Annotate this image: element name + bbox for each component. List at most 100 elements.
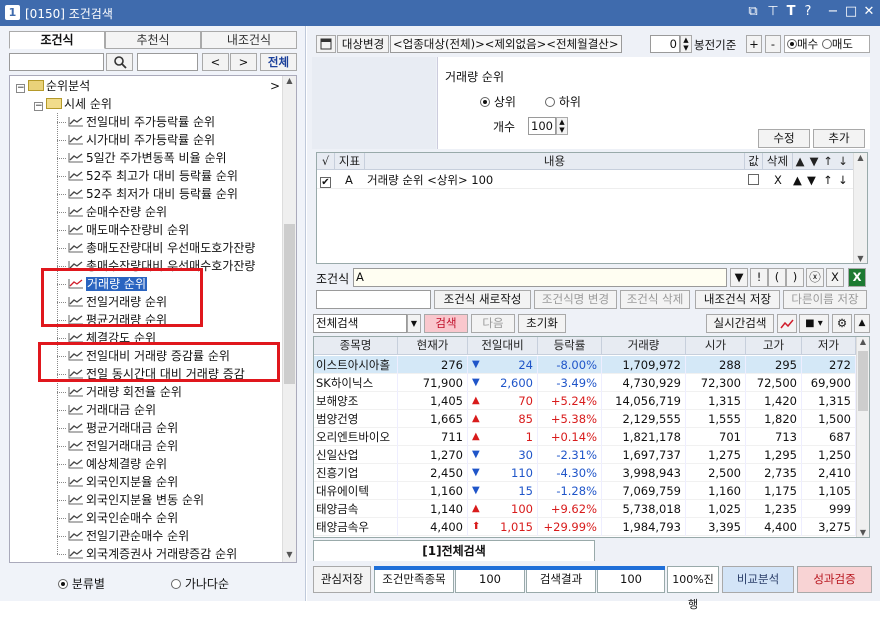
move-up-button[interactable]: ▲: [793, 171, 807, 189]
tree-scroll-right-icon[interactable]: >: [270, 77, 280, 95]
col-rate[interactable]: 등락률: [538, 337, 602, 354]
condition-row[interactable]: ✔ A 거래량 순위 <상위> 100 X ▲ ▼ ↑ ↓: [317, 171, 853, 189]
tree-root[interactable]: − 순위분석: [16, 77, 90, 95]
tree-item[interactable]: 52주 최저가 대비 등락률 순위: [68, 185, 238, 203]
col-low[interactable]: 저가: [802, 337, 856, 354]
tree-item[interactable]: 총매도잔량대비 우선매도호가잔량: [68, 239, 255, 257]
minimize-icon[interactable]: −: [825, 3, 841, 21]
tree-item[interactable]: 52주 최고가 대비 등락률 순위: [68, 167, 238, 185]
formula-op-button[interactable]: ▼: [730, 268, 748, 287]
rename-formula-button[interactable]: 조건식명 변경: [534, 290, 617, 309]
tree-item[interactable]: 거래량 회전율 순위: [68, 383, 182, 401]
plus-button[interactable]: +: [746, 35, 762, 53]
result-row[interactable]: 태양금속 1,140 ▲ 100 +9.62% 5,738,018 1,025 1,235 99…: [314, 500, 856, 518]
maximize-icon[interactable]: □: [843, 3, 859, 21]
add-button[interactable]: 추가: [813, 129, 865, 148]
move-bottom-button[interactable]: ↓: [838, 171, 850, 189]
tree-item[interactable]: 거래대금 순위: [68, 401, 156, 419]
tab-condition[interactable]: 조건식: [9, 31, 105, 49]
search-input[interactable]: [9, 53, 104, 71]
save-as-button[interactable]: 다른이름 저장: [783, 290, 867, 309]
tab-recommended[interactable]: 추천식: [105, 31, 201, 49]
move-down-button[interactable]: ▼: [807, 171, 821, 189]
collapse-toggle-icon[interactable]: −: [34, 102, 43, 111]
tab-all-search-result[interactable]: [1]전체검색: [313, 540, 595, 561]
view-options-icon[interactable]: ■ ▾: [799, 314, 829, 333]
result-row[interactable]: 태양금속우 4,400 ⬆ 1,015 +29.99% 1,984,793 3,395 4,4…: [314, 518, 856, 536]
col-price[interactable]: 현재가: [398, 337, 468, 354]
prev-button[interactable]: <: [202, 53, 229, 71]
condition-delete-button[interactable]: X: [774, 171, 786, 189]
formula-op-button[interactable]: X: [826, 268, 844, 287]
all-button[interactable]: 전체: [260, 53, 297, 71]
tree-item[interactable]: 외국인지분율 변동 순위: [68, 491, 204, 509]
tree-item[interactable]: 5일간 주가변동폭 비율 순위: [68, 149, 227, 167]
result-row[interactable]: 이스트아시아홀 276 ▼ 24 -8.00% 1,709,972 288 295 272: [314, 356, 856, 374]
col-volume[interactable]: 거래량: [602, 337, 686, 354]
next-button[interactable]: >: [230, 53, 257, 71]
count-input[interactable]: 100: [528, 117, 556, 135]
col-open[interactable]: 시가: [686, 337, 746, 354]
result-row[interactable]: SK하이닉스 71,900 ▼ 2,600 -3.49% 4,730,929 72,300 7…: [314, 374, 856, 392]
compare-analysis-button[interactable]: 비교분석: [722, 566, 794, 593]
gear-icon[interactable]: ⚙: [832, 314, 852, 333]
condition-value-check[interactable]: [748, 171, 762, 189]
result-row[interactable]: 신일산업 1,270 ▼ 30 -2.31% 1,697,737 1,275 1,295 1,2…: [314, 446, 856, 464]
next-result-button[interactable]: 다음: [471, 314, 515, 333]
result-row[interactable]: 진흥기업 2,450 ▼ 110 -4.30% 3,998,943 2,500 2,735 2,…: [314, 464, 856, 482]
collapse-up-icon[interactable]: ▲: [854, 314, 870, 333]
tree-item[interactable]: 외국인지분율 순위: [68, 473, 178, 491]
realtime-search-button[interactable]: 실시간검색: [706, 314, 774, 333]
minus-button[interactable]: -: [765, 35, 781, 53]
col-high[interactable]: 고가: [746, 337, 802, 354]
formula-op-button[interactable]: ⓧ: [806, 268, 824, 287]
close-icon[interactable]: ✕: [861, 3, 877, 21]
interest-save-button[interactable]: 관심저장: [313, 566, 371, 593]
chart-icon[interactable]: [777, 314, 797, 333]
period-spinner[interactable]: ▲ ▼: [680, 35, 692, 53]
result-row[interactable]: 범양건영 1,665 ▲ 85 +5.38% 2,129,555 1,555 1,820 1,5…: [314, 410, 856, 428]
result-row[interactable]: 대유에이텍 1,160 ▼ 15 -1.28% 7,069,759 1,160 1,175 1,…: [314, 482, 856, 500]
save-my-formula-button[interactable]: 내조건식 저장: [695, 290, 780, 309]
formula-op-button[interactable]: !: [750, 268, 768, 287]
target-settings-button[interactable]: [316, 35, 336, 53]
tree-item[interactable]: 전일거래대금 순위: [68, 437, 178, 455]
edit-button[interactable]: 수정: [758, 129, 810, 148]
count-spinner[interactable]: ▲ ▼: [556, 117, 568, 135]
tree-item[interactable]: 외국계증권사 거래량증감 순위: [68, 545, 237, 563]
tree-scrollbar[interactable]: ▲ ▼: [282, 76, 296, 562]
result-row[interactable]: 오리엔트바이오 711 ▲ 1 +0.14% 1,821,178 701 713 687: [314, 428, 856, 446]
col-change[interactable]: 전일대비: [468, 337, 538, 354]
period-input[interactable]: 0: [650, 35, 680, 53]
tree-item[interactable]: 외국인순매수 순위: [68, 509, 178, 527]
formula-input[interactable]: A: [353, 268, 727, 287]
col-name[interactable]: 종목명: [314, 337, 398, 354]
new-formula-button[interactable]: 조건식 새로작성: [434, 290, 531, 309]
formula-name-input[interactable]: [316, 290, 431, 309]
buy-sell-toggle[interactable]: 매수 매도: [784, 35, 870, 53]
results-scrollbar[interactable]: ▲ ▼: [856, 337, 869, 537]
formula-op-button[interactable]: (: [768, 268, 786, 287]
formula-op-button[interactable]: ): [786, 268, 804, 287]
tree-item[interactable]: 순매수잔량 순위: [68, 203, 167, 221]
help-icon[interactable]: ?: [800, 3, 816, 21]
search-run-button[interactable]: 검색: [424, 314, 468, 333]
target-change-button[interactable]: 대상변경: [337, 35, 389, 53]
result-row[interactable]: 보해양조 1,405 ▲ 70 +5.24% 14,056,719 1,315 1,420 1,…: [314, 392, 856, 410]
tree-item[interactable]: 전일기관순매수 순위: [68, 527, 189, 545]
rank-bottom-option[interactable]: 하위: [545, 93, 581, 110]
move-top-button[interactable]: ↑: [823, 171, 835, 189]
tree-item[interactable]: 예상체결량 순위: [68, 455, 167, 473]
filter-input[interactable]: [137, 53, 198, 71]
excel-export-icon[interactable]: X: [848, 268, 866, 287]
collapse-toggle-icon[interactable]: −: [16, 84, 25, 93]
tree-item[interactable]: 시가대비 주가등락률 순위: [68, 131, 215, 149]
delete-formula-button[interactable]: 조건식 삭제: [620, 290, 690, 309]
search-scope-select[interactable]: 전체검색: [313, 314, 407, 333]
radio-by-category[interactable]: 분류별: [58, 575, 105, 592]
radio-alphabetical[interactable]: 가나다순: [171, 575, 229, 592]
tree-item[interactable]: 전일대비 주가등락률 순위: [68, 113, 215, 131]
condition-checkbox[interactable]: ✔: [320, 171, 334, 189]
tree-item[interactable]: 평균거래대금 순위: [68, 419, 178, 437]
rank-top-option[interactable]: 상위: [480, 93, 516, 110]
